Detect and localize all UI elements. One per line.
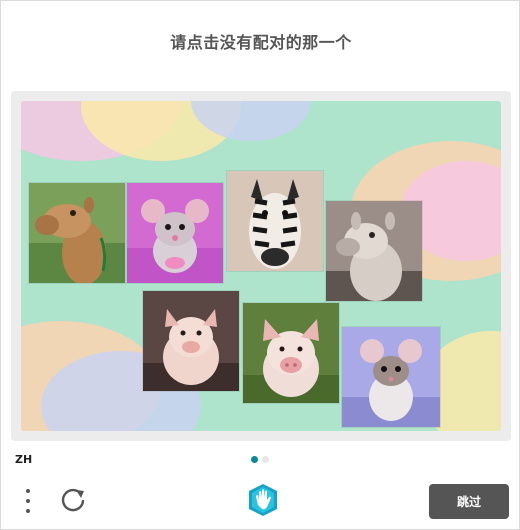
tile-zebra[interactable] [227,171,323,271]
page-indicator [251,456,269,463]
pig-image [243,303,339,403]
challenge-frame [11,91,511,441]
tile-mouse-pink[interactable] [127,183,223,283]
tile-camel-sepia[interactable] [326,201,422,301]
zebra-image [227,171,323,271]
page-dot-active [251,456,258,463]
mouse-image [127,183,223,283]
tile-camel[interactable] [29,183,125,283]
tile-pig-2[interactable] [243,303,339,403]
camel-image [29,183,125,283]
refresh-icon[interactable] [59,486,87,514]
page-dot-inactive [262,456,269,463]
language-selector[interactable]: ZH [15,453,32,466]
tile-pig-1[interactable] [143,291,239,391]
hand-logo-icon [247,483,279,517]
menu-dot [26,489,30,493]
skip-button[interactable]: 跳过 [429,484,509,519]
camel-image [326,201,422,301]
more-vertical-icon[interactable] [19,487,37,515]
pig-image [143,291,239,391]
menu-dot [26,509,30,513]
mouse-image [342,327,440,427]
challenge-canvas [21,101,501,431]
tile-mouse-white[interactable] [342,327,440,427]
menu-dot [26,499,30,503]
challenge-prompt: 请点击没有配对的那一个 [170,33,352,52]
